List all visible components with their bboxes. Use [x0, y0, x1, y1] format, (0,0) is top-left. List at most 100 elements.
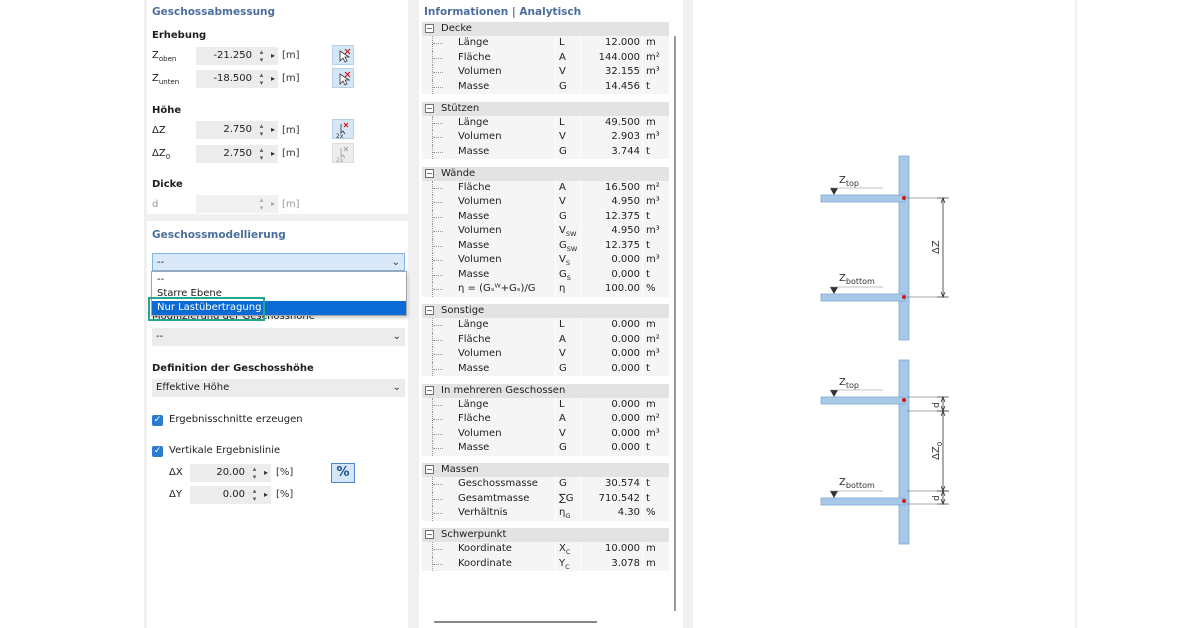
- section-title: In mehreren Geschossen: [441, 384, 566, 396]
- dz-arrow-icon[interactable]: ▸: [267, 121, 275, 139]
- level-marker-icon: [830, 188, 838, 195]
- row-value: 4.950: [611, 196, 640, 207]
- row-unit: m³: [646, 131, 660, 142]
- slab: [820, 497, 906, 506]
- panel-separator: [411, 0, 419, 628]
- column: [898, 359, 910, 545]
- row-label: Fläche: [458, 333, 491, 345]
- dx-arrow-icon[interactable]: ▸: [260, 464, 268, 482]
- definition-select[interactable]: Effektive Höhe ⌄: [152, 379, 405, 397]
- storey-diagram: Ztop Zbottom ΔZ Ztop Zbottom d ΔZ0 d: [820, 155, 949, 545]
- dy-spinner[interactable]: ▴ ▾: [251, 487, 258, 503]
- collapse-icon[interactable]: −: [425, 465, 434, 474]
- section-header[interactable]: − Massen: [422, 463, 669, 477]
- dz0-spinner[interactable]: ▴ ▾: [258, 146, 265, 162]
- dz-pick-button[interactable]: 2x: [332, 119, 354, 140]
- slab: [820, 194, 906, 203]
- info-row: Volumen VS 0.000 m³: [422, 253, 669, 268]
- row-value: 144.000: [598, 51, 640, 63]
- collapse-icon[interactable]: −: [425, 306, 434, 315]
- row-unit: m²: [646, 51, 660, 63]
- section-header[interactable]: − Sonstige: [422, 304, 669, 318]
- z-unten-pick-button[interactable]: [332, 68, 354, 88]
- z-unten-spinner[interactable]: ▴ ▾: [258, 71, 265, 87]
- collapse-icon[interactable]: −: [425, 168, 434, 178]
- row-unit: %: [646, 283, 656, 294]
- dx-input[interactable]: 20.00 ▴ ▾ ▸: [190, 464, 271, 482]
- row-symbol: ηG: [559, 507, 571, 520]
- geschossmodellierung-title: Geschossmodellierung: [152, 229, 286, 241]
- geschossmodellierung-select[interactable]: -- ⌄: [152, 253, 405, 271]
- chevron-down-icon[interactable]: ⌄: [392, 254, 400, 272]
- panel-separator: [683, 0, 693, 628]
- dz-input[interactable]: 2.750 ▴ ▾ ▸: [196, 121, 278, 139]
- dy-input[interactable]: 0.00 ▴ ▾ ▸: [190, 486, 271, 504]
- vertikale-ergebnislinie-checkbox[interactable]: ✓: [152, 446, 163, 457]
- row-value: 4.950: [611, 225, 640, 236]
- section-title: Schwerpunkt: [441, 529, 507, 540]
- section-header[interactable]: − Schwerpunkt: [422, 528, 669, 542]
- modifizierung-select[interactable]: -- ⌄: [152, 328, 405, 346]
- d-input: ▴ ▾ ▸: [196, 195, 278, 213]
- section-header[interactable]: − Decke: [422, 22, 669, 36]
- z-oben-spinner[interactable]: ▴ ▾: [258, 48, 265, 64]
- row-value: 0.000: [611, 333, 640, 345]
- section-header[interactable]: − Stützen: [422, 101, 669, 116]
- info-row: Volumen V 0.000 m³: [422, 347, 669, 362]
- row-unit: %: [646, 507, 656, 518]
- row-unit: t: [646, 239, 650, 251]
- row-value: 710.542: [598, 492, 640, 504]
- collapse-icon[interactable]: −: [425, 103, 434, 113]
- row-symbol: G: [559, 145, 567, 157]
- info-row: Volumen V 0.000 m³: [422, 426, 669, 441]
- dy-unit: [%]: [276, 489, 294, 500]
- row-label: Fläche: [458, 413, 491, 424]
- dy-arrow-icon[interactable]: ▸: [260, 486, 268, 504]
- dx-label: ΔX: [169, 467, 183, 478]
- vertical-scrollbar[interactable]: [674, 36, 676, 611]
- collapse-icon[interactable]: −: [425, 385, 434, 395]
- chevron-down-icon[interactable]: ⌄: [393, 379, 401, 397]
- collapse-icon[interactable]: −: [425, 24, 434, 33]
- z-oben-pick-button[interactable]: [332, 45, 354, 65]
- dz0-arrow-icon[interactable]: ▸: [267, 145, 275, 163]
- ergebnisschnitte-label: Ergebnisschnitte erzeugen: [169, 414, 303, 425]
- pick-cursor-icon: [339, 48, 351, 63]
- row-label: Masse: [458, 80, 490, 92]
- z-oben-input[interactable]: -21.250 ▴ ▾ ▸: [196, 47, 278, 65]
- z-unten-arrow-icon[interactable]: ▸: [267, 70, 275, 88]
- row-value: 3.744: [611, 145, 640, 157]
- row-label: Koordinate: [458, 557, 512, 569]
- chevron-down-icon[interactable]: ⌄: [393, 328, 401, 346]
- collapse-icon[interactable]: −: [425, 530, 434, 539]
- ergebnisschnitte-checkbox[interactable]: ✓: [152, 415, 163, 426]
- dropdown-option-none[interactable]: --: [152, 273, 406, 287]
- row-label: Volumen: [458, 66, 502, 77]
- row-unit: m: [646, 398, 656, 410]
- dz-label: ΔZ: [152, 125, 166, 136]
- dx-spinner[interactable]: ▴ ▾: [251, 465, 258, 481]
- section-header[interactable]: − In mehreren Geschossen: [422, 383, 669, 398]
- percent-toggle-button[interactable]: %: [331, 463, 355, 483]
- row-symbol: G: [559, 362, 567, 374]
- row-label: Gesamtmasse: [458, 492, 530, 504]
- info-row: Verhältnis ηG 4.30%: [422, 506, 669, 521]
- highlight-frame: [148, 297, 265, 321]
- dicke-label: Dicke: [152, 179, 183, 190]
- d-label: d: [152, 199, 159, 210]
- row-value: 0.000: [611, 427, 640, 439]
- dz-spinner[interactable]: ▴ ▾: [258, 122, 265, 138]
- info-row: Länge L 12.000 m: [422, 36, 669, 51]
- measure-distance-icon: 2x: [336, 146, 349, 164]
- row-unit: m: [646, 543, 656, 554]
- dz0-input[interactable]: 2.750 ▴ ▾ ▸: [196, 145, 278, 163]
- slab: [820, 396, 906, 405]
- row-label: Volumen: [458, 196, 502, 207]
- d-dimension-label: d: [932, 402, 942, 408]
- info-row: Fläche A 0.000 m²: [422, 412, 669, 427]
- node-point: [902, 499, 906, 503]
- section-header[interactable]: − Wände: [422, 166, 669, 181]
- z-unten-input[interactable]: -18.500 ▴ ▾ ▸: [196, 70, 278, 88]
- horizontal-scrollbar[interactable]: [434, 621, 597, 623]
- z-oben-arrow-icon[interactable]: ▸: [267, 47, 275, 65]
